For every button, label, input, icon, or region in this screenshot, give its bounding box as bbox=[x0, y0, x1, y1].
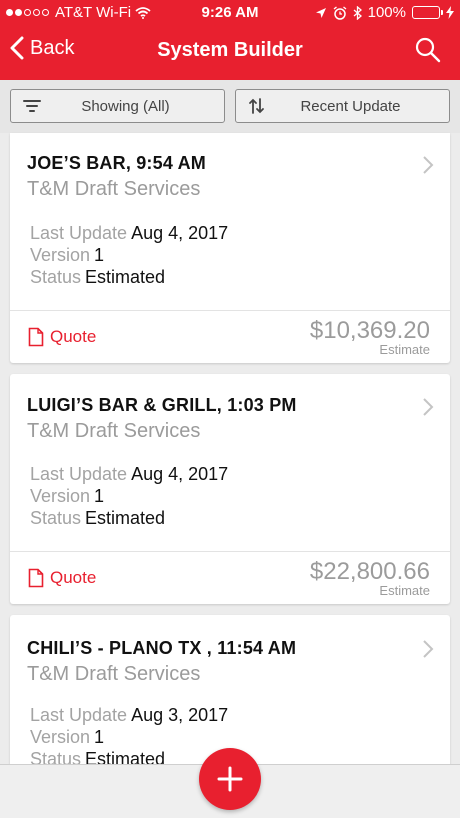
filter-lines-icon bbox=[23, 100, 41, 112]
sort-button[interactable]: Recent Update bbox=[235, 89, 450, 123]
quote-link[interactable]: Quote bbox=[28, 327, 96, 347]
chevron-right-icon bbox=[423, 398, 434, 416]
filter-label: Showing (All) bbox=[81, 97, 170, 115]
card-company: T&M Draft Services bbox=[27, 178, 201, 200]
version-value: 1 bbox=[94, 486, 105, 506]
back-button[interactable]: Back bbox=[10, 36, 74, 60]
battery-percent: 100% bbox=[367, 4, 406, 21]
bluetooth-icon bbox=[353, 5, 362, 20]
card-company: T&M Draft Services bbox=[27, 663, 201, 685]
header: AT&T Wi-Fi 9:26 AM 100% Back System Buil… bbox=[0, 0, 460, 133]
chevron-right-icon bbox=[423, 640, 434, 658]
quote-label: Quote bbox=[50, 568, 97, 587]
card-meta: Last Update Aug 4, 2017 Version 1 Status Es… bbox=[30, 463, 228, 529]
document-icon bbox=[28, 327, 44, 347]
card-title: LUIGI’S BAR & GRILL, 1:03 PM bbox=[27, 395, 297, 415]
estimate-label: Estimate bbox=[379, 342, 430, 357]
last-update-value: Aug 4, 2017 bbox=[131, 223, 229, 243]
estimate-amount: $22,800.66 bbox=[309, 558, 430, 585]
card-meta: Last Update Aug 4, 2017 Version 1 Status Es… bbox=[30, 222, 228, 288]
last-update-label: Last Update bbox=[30, 223, 128, 243]
chevron-left-icon bbox=[10, 36, 24, 60]
battery-icon bbox=[412, 6, 443, 19]
search-icon[interactable] bbox=[414, 36, 442, 64]
filter-button[interactable]: Showing (All) bbox=[10, 89, 225, 123]
chevron-right-icon bbox=[423, 156, 434, 174]
estimate-amount: $10,369.20 bbox=[309, 317, 430, 344]
card-divider bbox=[10, 310, 450, 311]
system-card[interactable]: JOE’S BAR, 9:54 AM T&M Draft Services La… bbox=[10, 133, 450, 363]
card-company: T&M Draft Services bbox=[27, 420, 201, 442]
version-label: Version bbox=[30, 245, 91, 265]
status-value: Estimated bbox=[85, 267, 166, 287]
add-button[interactable] bbox=[199, 748, 261, 810]
card-divider bbox=[10, 551, 450, 552]
card-title: CHILI’S - PLANO TX , 11:54 AM bbox=[27, 638, 297, 658]
status-right: 100% bbox=[315, 4, 454, 21]
status-bar: AT&T Wi-Fi 9:26 AM 100% bbox=[0, 0, 460, 26]
filter-toolbar: Showing (All) Recent Update bbox=[0, 80, 460, 133]
system-card[interactable]: LUIGI’S BAR & GRILL, 1:03 PM T&M Draft S… bbox=[10, 374, 450, 604]
sort-arrows-icon bbox=[249, 98, 264, 114]
last-update-label: Last Update bbox=[30, 705, 128, 725]
version-label: Version bbox=[30, 727, 91, 747]
status-value: Estimated bbox=[85, 508, 166, 528]
card-meta: Last Update Aug 3, 2017 Version 1 Status Es… bbox=[30, 704, 228, 770]
version-value: 1 bbox=[94, 727, 105, 747]
document-icon bbox=[28, 568, 44, 588]
alarm-clock-icon bbox=[333, 5, 347, 20]
estimate-label: Estimate bbox=[379, 583, 430, 598]
version-value: 1 bbox=[94, 245, 105, 265]
quote-link[interactable]: Quote bbox=[28, 568, 96, 588]
version-label: Version bbox=[30, 486, 91, 506]
back-label: Back bbox=[30, 36, 75, 59]
status-label: Status bbox=[30, 508, 82, 528]
status-label: Status bbox=[30, 267, 82, 287]
plus-icon bbox=[217, 766, 243, 792]
last-update-value: Aug 3, 2017 bbox=[131, 705, 229, 725]
last-update-value: Aug 4, 2017 bbox=[131, 464, 229, 484]
quote-label: Quote bbox=[50, 327, 97, 346]
navigation-bar: Back System Builder bbox=[0, 28, 460, 76]
card-title: JOE’S BAR, 9:54 AM bbox=[27, 153, 206, 173]
sort-label: Recent Update bbox=[300, 97, 401, 115]
location-arrow-icon bbox=[315, 7, 326, 18]
charging-bolt-icon bbox=[446, 6, 454, 19]
last-update-label: Last Update bbox=[30, 464, 128, 484]
